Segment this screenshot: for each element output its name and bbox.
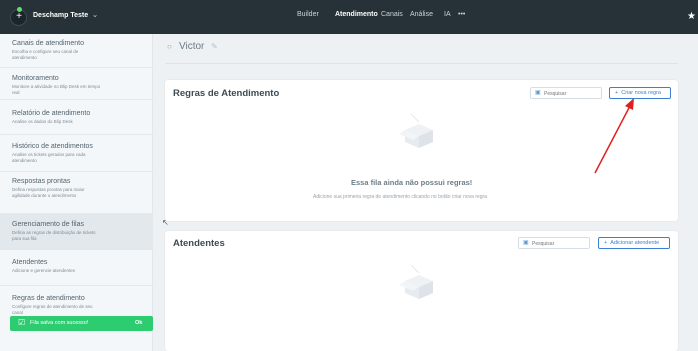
chevron-down-icon: ⌄ bbox=[92, 12, 98, 19]
sidebar-item-title: Gerenciamento de filas bbox=[12, 221, 84, 228]
create-rule-label: Criar nova regra bbox=[621, 90, 661, 96]
toast-message: Fila salva com sucesso! bbox=[30, 320, 89, 326]
sidebar-item-desc: Analise os tickets gerados para cada ate… bbox=[12, 152, 86, 163]
search-icon: ▣ bbox=[523, 240, 529, 246]
add-agent-button[interactable]: + Adicionar atendente bbox=[598, 237, 670, 249]
queue-name: Victor bbox=[179, 41, 205, 52]
empty-box-illustration bbox=[399, 264, 433, 299]
agents-search-input[interactable] bbox=[532, 239, 592, 248]
sidebar-item-title: Canais de atendimento bbox=[12, 40, 84, 47]
sidebar-item-title: Histórico de atendimentos bbox=[12, 143, 93, 150]
sidebar-item-atendentes[interactable]: Atendentes Adicione e gerencie atendente… bbox=[0, 250, 153, 286]
plus-icon: + bbox=[604, 240, 608, 246]
nav-canais[interactable]: Canais bbox=[381, 11, 403, 18]
mouse-cursor-icon: ↖ bbox=[162, 218, 169, 227]
pin-icon[interactable]: ★ bbox=[687, 11, 696, 22]
plus-icon: + bbox=[615, 90, 619, 96]
nav-analise[interactable]: Análise bbox=[410, 11, 433, 18]
agents-title: Atendentes bbox=[173, 238, 225, 249]
rules-empty-desc: Adicione sua primeira regra de atendimen… bbox=[313, 194, 487, 200]
sidebar-item-title: Relatório de atendimento bbox=[12, 110, 91, 117]
edit-icon[interactable]: ✎ bbox=[211, 42, 218, 51]
nav-ia[interactable]: IA bbox=[444, 11, 451, 18]
sidebar-item-title: Atendentes bbox=[12, 259, 48, 266]
queue-icon: ○ bbox=[167, 42, 172, 51]
nav-builder[interactable]: Builder bbox=[297, 11, 319, 18]
sidebar-item-desc: Configure regras de atendimento de seu c… bbox=[12, 304, 93, 315]
sidebar-item-desc: Adicione e gerencie atendentes bbox=[12, 268, 76, 273]
rules-empty-title: Essa fila ainda não possui regras! bbox=[351, 178, 473, 187]
nav-more[interactable]: ••• bbox=[458, 11, 465, 18]
sidebar-item-relatorio[interactable]: Relatório de atendimento Analise os dado… bbox=[0, 100, 153, 135]
toast-ok-button[interactable]: Ok bbox=[135, 320, 142, 326]
agents-search[interactable]: ▣ bbox=[518, 237, 592, 249]
sidebar-item-desc: Monitore a atividade no Blip Desk em tem… bbox=[12, 84, 101, 95]
sidebar: Canais de atendimento Escolha e configur… bbox=[0, 34, 153, 351]
nav-atendimento[interactable]: Atendimento bbox=[335, 11, 378, 18]
queue-header: ○ Victor ✎ bbox=[165, 36, 678, 64]
sidebar-item-filas[interactable]: Gerenciamento de filas Defina as regras … bbox=[0, 214, 153, 250]
account-switcher[interactable]: Deschamp Teste ⌄ bbox=[33, 11, 98, 19]
sidebar-item-desc: Defina as regras de distribuição de tick… bbox=[12, 230, 96, 241]
sidebar-item-title: Monitoramento bbox=[12, 75, 59, 82]
success-toast: ☑ Fila salva com sucesso! Ok bbox=[10, 316, 153, 331]
sidebar-item-title: Regras de atendimento bbox=[12, 295, 85, 302]
sidebar-item-historico[interactable]: Histórico de atendimentos Analise os tic… bbox=[0, 135, 153, 172]
status-dot-icon bbox=[17, 7, 22, 12]
search-icon: ▣ bbox=[535, 90, 541, 96]
sidebar-item-canais[interactable]: Canais de atendimento Escolha e configur… bbox=[0, 34, 153, 68]
empty-box-illustration bbox=[399, 113, 433, 148]
top-bar: + Deschamp Teste ⌄ Builder Atendimento C… bbox=[0, 0, 698, 34]
agents-card: Atendentes ▣ +Adicionar atendente bbox=[165, 231, 678, 351]
sidebar-item-title: Respostas prontas bbox=[12, 178, 71, 185]
sidebar-item-monitoramento[interactable]: Monitoramento Monitore a atividade no Bl… bbox=[0, 68, 153, 100]
account-name: Deschamp Teste bbox=[33, 12, 89, 19]
sidebar-item-desc: Escolha e configure seu canal de atendim… bbox=[12, 49, 79, 60]
sidebar-item-desc: Defina respostas prontas para maior agil… bbox=[12, 187, 85, 198]
thumbs-up-icon: ☑ bbox=[18, 318, 26, 327]
sidebar-item-desc: Analise os dados do Blip Desk bbox=[12, 119, 73, 124]
rules-search-input[interactable] bbox=[544, 89, 604, 98]
annotation-arrow bbox=[594, 98, 634, 174]
add-agent-label: Adicionar atendente bbox=[610, 240, 660, 246]
rules-title: Regras de Atendimento bbox=[173, 88, 280, 99]
sidebar-item-respostas[interactable]: Respostas prontas Defina respostas pront… bbox=[0, 172, 153, 214]
logo-icon: + bbox=[16, 11, 22, 22]
